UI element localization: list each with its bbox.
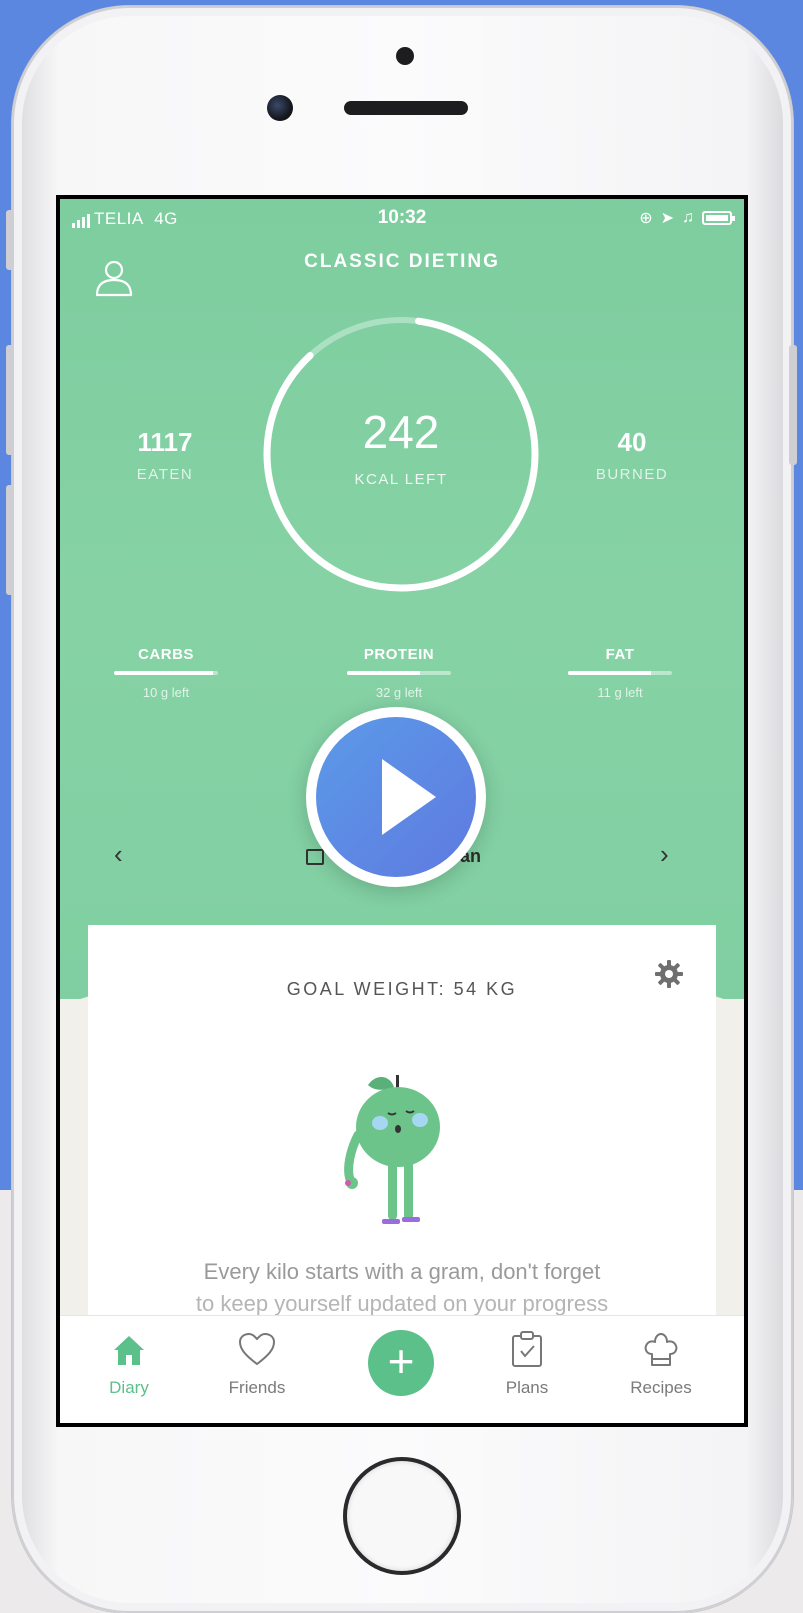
macro-left: 11 g left: [597, 685, 643, 700]
person-icon[interactable]: [92, 255, 136, 299]
volume-up-button: [6, 345, 14, 455]
tab-diary-label: Diary: [109, 1378, 149, 1397]
kcal-left-label: KCAL LEFT: [354, 471, 448, 488]
apple-mascot-icon: [344, 1075, 440, 1224]
goal-weight-title: GOAL WEIGHT: 54 KG: [286, 979, 518, 999]
page-title: CLASSIC DIETING: [304, 251, 500, 272]
macro-left: 32 g left: [375, 685, 423, 700]
power-button: [789, 345, 797, 465]
battery-icon: [702, 211, 735, 225]
eaten-label: EATEN: [136, 466, 194, 483]
burned-label: BURNED: [595, 466, 669, 483]
macro-name: FAT: [605, 646, 635, 663]
macro-fat[interactable]: FAT 11 g left: [568, 646, 672, 700]
add-button[interactable]: +: [368, 1330, 434, 1396]
eaten-value: 1117: [137, 427, 193, 457]
tab-friends-label: Friends: [228, 1378, 286, 1397]
clipboard-icon: [512, 1331, 542, 1367]
play-icon: [382, 759, 436, 835]
macro-bar-fill: [568, 671, 652, 675]
calendar-icon: [306, 848, 324, 865]
status-bar: TELIA 4G 10:32 ⊕ ➤ ♫: [60, 199, 744, 243]
chef-hat-icon: [644, 1333, 678, 1366]
eaten-stat[interactable]: 1117 EATEN: [105, 427, 225, 483]
macro-bar: [347, 671, 451, 675]
macro-carbs[interactable]: CARBS 10 g left: [114, 646, 218, 700]
next-day-button[interactable]: ›: [660, 839, 669, 870]
goal-message-continued: to keep yourself updated on your progres…: [195, 1291, 609, 1316]
macro-name: PROTEIN: [363, 646, 435, 663]
mute-switch: [6, 210, 14, 270]
status-icons: ⊕ ➤ ♫: [639, 208, 735, 228]
tab-recipes[interactable]: Recipes: [606, 1330, 716, 1398]
goal-message: Every kilo starts with a gram, don't for…: [203, 1259, 601, 1284]
macro-bar: [114, 671, 218, 675]
macro-name: CARBS: [138, 646, 194, 663]
tab-diary[interactable]: Diary: [74, 1330, 184, 1398]
tab-bar: Diary Friends + Plans Recipes: [60, 1315, 744, 1423]
macro-bar-fill: [114, 671, 213, 675]
kcal-left-value: 242: [362, 406, 440, 458]
location-icon: ➤: [660, 210, 674, 227]
home-icon: [114, 1336, 144, 1365]
home-button[interactable]: [343, 1457, 461, 1575]
macro-bar: [568, 671, 672, 675]
phone-screen: TELIA 4G 10:32 ⊕ ➤ ♫ CLASSIC DIETING 242…: [56, 195, 748, 1427]
heart-icon: [238, 1332, 276, 1366]
burned-stat[interactable]: 40 BURNED: [572, 427, 692, 483]
prev-day-button[interactable]: ‹: [114, 839, 123, 870]
volume-down-button: [6, 485, 14, 595]
tab-recipes-label: Recipes: [630, 1378, 692, 1397]
tab-plans[interactable]: Plans: [472, 1330, 582, 1398]
proximity-sensor: [396, 47, 414, 65]
headphones-icon: ♫: [682, 209, 694, 226]
app-screen: TELIA 4G 10:32 ⊕ ➤ ♫ CLASSIC DIETING 242…: [60, 199, 744, 1423]
burned-value: 40: [617, 427, 647, 457]
tab-friends[interactable]: Friends: [202, 1330, 312, 1398]
front-camera: [267, 95, 293, 121]
goal-weight-card: GOAL WEIGHT: 54 KG Every kilo starts wit…: [88, 925, 716, 1345]
macro-left: 10 g left: [142, 685, 190, 700]
lock-rotation-icon: ⊕: [639, 210, 653, 227]
macro-protein[interactable]: PROTEIN 32 g left: [347, 646, 451, 700]
tab-plans-label: Plans: [505, 1378, 549, 1397]
earpiece-speaker: [344, 101, 468, 115]
macro-bar-fill: [347, 671, 420, 675]
